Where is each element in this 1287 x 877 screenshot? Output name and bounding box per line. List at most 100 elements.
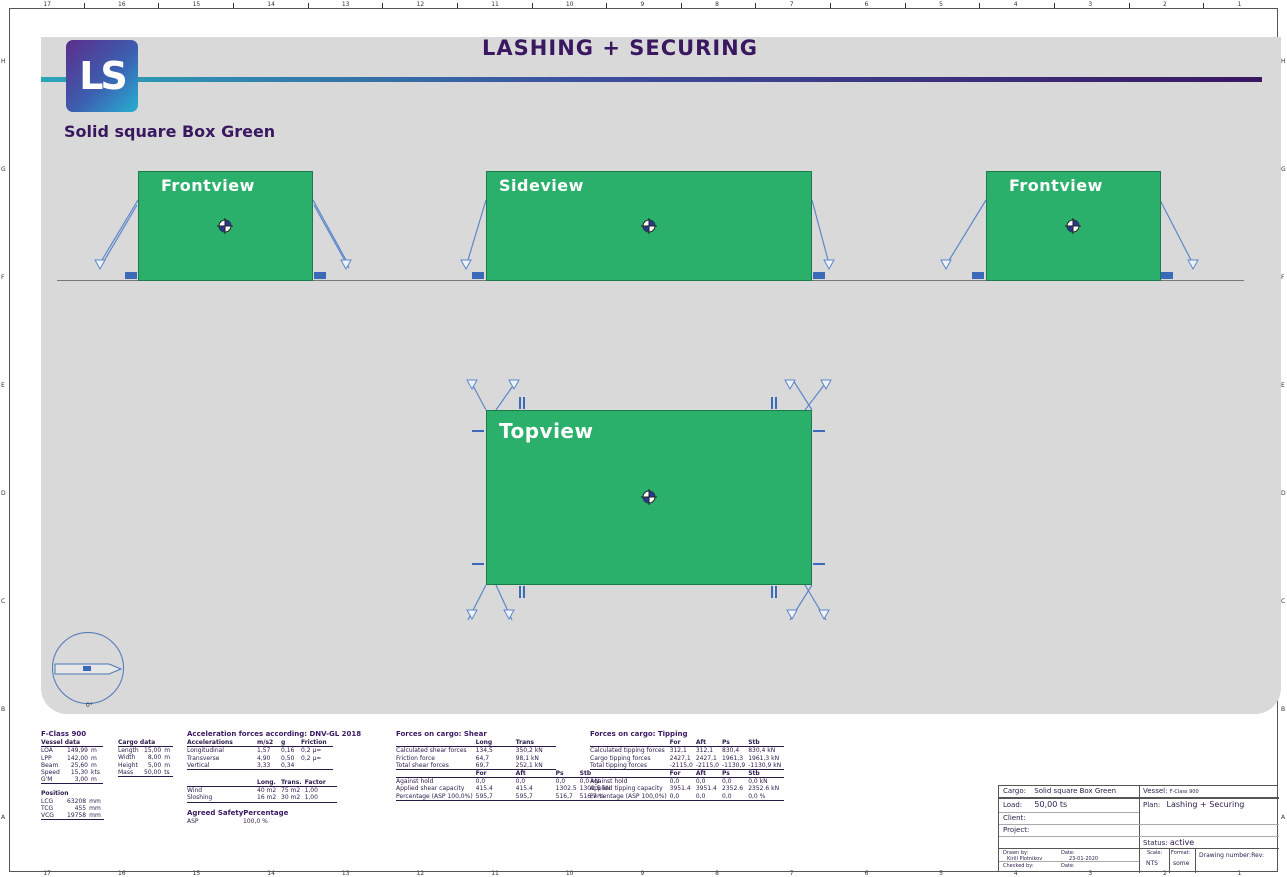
vessel-data-row: LOA 149,99 m <box>41 747 103 755</box>
vessel-data-row: Speed 15,30 kts <box>41 769 103 776</box>
format-label: Format: <box>1171 850 1191 856</box>
position-row: VCG 19758 mm <box>41 812 104 821</box>
tipping-row: Calculated tipping forces 312,1 312,1 830,4… <box>590 747 784 755</box>
vessel-data-table: Vessel data LOA 149,99 m LPP 142,00 m Beam 25,6… <box>41 739 103 785</box>
cargo-data-header: Cargo data <box>118 739 174 748</box>
vessel-data-label: Speed <box>41 769 60 777</box>
vessel-data-row: LPP 142,00 m <box>41 755 103 762</box>
acceleration-cell: 4,90 <box>257 754 271 762</box>
lashing-point-icon <box>503 609 515 621</box>
scale-label: Scale: <box>1147 850 1163 856</box>
tipping-row: Total tipping forces -2115,0 -2115,0 -1130,… <box>590 761 785 770</box>
cargo-data-row: Width 8,00 m <box>118 754 173 761</box>
wind-row: Wind 40 m2 75 m2 1,00 <box>187 787 337 795</box>
wind-header: Factor <box>304 779 337 788</box>
ship-orientation-compass <box>52 632 124 704</box>
shear-cell: 64,7 <box>475 754 490 762</box>
vessel-data-value: 15,30 <box>70 769 88 777</box>
acceleration-cell: 0,2 μ= <box>301 754 322 762</box>
lashing-line <box>313 204 350 269</box>
cargo-data-label: Length <box>118 747 139 755</box>
lashing-point-icon <box>1187 259 1199 271</box>
vessel-data-label: G'M <box>41 776 67 785</box>
shear-title: Forces on cargo: Shear <box>396 730 487 738</box>
lashing-point-icon <box>466 609 478 621</box>
acceleration-header: g <box>281 739 301 748</box>
plan-label: Plan: <box>1143 801 1161 809</box>
lashing-point-icon <box>94 259 106 271</box>
shear-header <box>396 769 476 779</box>
lashing-line <box>99 204 138 269</box>
vessel-class-title: F-Class 900 <box>41 730 87 738</box>
tipping-cell: Applied tipping capacity <box>590 785 663 793</box>
deck-fitting <box>314 272 326 279</box>
project-label: Project: <box>1003 826 1030 834</box>
status-value: active <box>1169 838 1195 847</box>
wind-cell: Sloshing <box>187 794 257 803</box>
lashing-line <box>101 199 139 261</box>
lashing-point-icon <box>786 609 798 621</box>
shear-header: Long <box>475 739 516 748</box>
acceleration-row: Transverse 4,90 0,50 0,2 μ= <box>187 755 333 762</box>
deck-fitting <box>1161 272 1173 279</box>
deck-fitting <box>472 272 484 279</box>
wind-cell: Wind <box>187 787 203 795</box>
vessel-data-value: 142,00 <box>67 754 88 762</box>
position-unit: mm <box>89 804 101 812</box>
cargo-data-block: Cargo data Length 15,00 m Width 8,00 m Height 5… <box>118 739 174 777</box>
tipping-header: For <box>669 769 696 779</box>
acceleration-row: Vertical 3,33 0,34 <box>187 761 333 770</box>
center-of-gravity-icon <box>641 218 657 234</box>
status-label: Status: <box>1143 839 1168 847</box>
tipping-cell: 1961,3 kN <box>748 754 780 762</box>
shear-header-row: Long Trans <box>396 739 614 748</box>
shear-header: Aft <box>515 769 556 779</box>
wind-header: Long. <box>257 779 281 788</box>
shear-cell: 595,7 <box>475 792 516 801</box>
tipping-cell: -1130,9 kN <box>748 761 785 770</box>
deck-fitting <box>523 397 525 409</box>
acceleration-cell: Transverse <box>187 754 220 762</box>
tipping-header: Stb <box>748 739 785 748</box>
wind-header <box>187 779 257 788</box>
shear-cell: 350,2 kN <box>515 747 543 755</box>
tipping-cell: -2115,0 <box>669 761 696 770</box>
shear-row: Percentage (ASP 100,0%) 595,7 595,7 516,7 51… <box>396 792 614 801</box>
cargo-data-label: Height <box>118 761 138 769</box>
acceleration-block: Acceleration forces according: DNV-GL 20… <box>187 730 361 825</box>
tipping-row: Against hold 0,0 0,0 0,0 0,0 kN <box>590 778 784 786</box>
center-of-gravity-icon <box>217 218 233 234</box>
deck-fitting <box>771 586 773 598</box>
tipping-cell: Calculated tipping forces <box>590 747 665 755</box>
vessel-data-block: F-Class 900 Vessel data LOA 149,99 m LPP 142… <box>41 730 104 821</box>
shear-cell: 595,7 <box>515 792 556 801</box>
tipping-cell: 2352.6 <box>722 785 744 793</box>
tipping-cell: 0,0 % <box>748 792 785 801</box>
lashing-point-icon <box>340 259 352 271</box>
tipping-cell: 0,0 <box>722 778 732 786</box>
tipping-cell: 2352.6 kN <box>748 785 780 793</box>
vessel-data-value: 149,99 <box>67 747 88 755</box>
vessel-data-row: G'M 3,00 m <box>41 776 103 785</box>
cargo-value: Solid square Box Green <box>1034 787 1117 795</box>
position-unit: mm <box>89 797 101 805</box>
shear-header: Trans <box>515 739 556 748</box>
position-value: 19758 <box>67 812 90 821</box>
vessel-data-unit: m <box>91 754 97 762</box>
shear-block: Forces on cargo: Shear Long Trans Calculat… <box>396 730 614 801</box>
shear-header <box>396 739 476 748</box>
tipping-cell: 312,1 <box>695 747 714 755</box>
vessel-data-label: LPP <box>41 754 52 762</box>
shear-cell: 415.4 <box>515 785 533 793</box>
shear-cell: 516,7 <box>555 792 580 801</box>
shear-cell: 0,0 <box>475 778 486 786</box>
vessel-data-header: Vessel data <box>41 739 103 748</box>
acceleration-header: m/s2 <box>257 739 281 748</box>
scale-value: NTS <box>1146 860 1158 867</box>
acceleration-cell: Longitudinal <box>187 747 224 755</box>
date2-label: Date: <box>1061 863 1075 869</box>
acceleration-header: Friction <box>301 739 333 748</box>
tipping-cell: 1961,3 <box>722 754 744 762</box>
tipping-row: Cargo tipping forces 2427,1 2427,1 1961,3 19… <box>590 755 784 762</box>
lashing-line <box>811 199 829 261</box>
